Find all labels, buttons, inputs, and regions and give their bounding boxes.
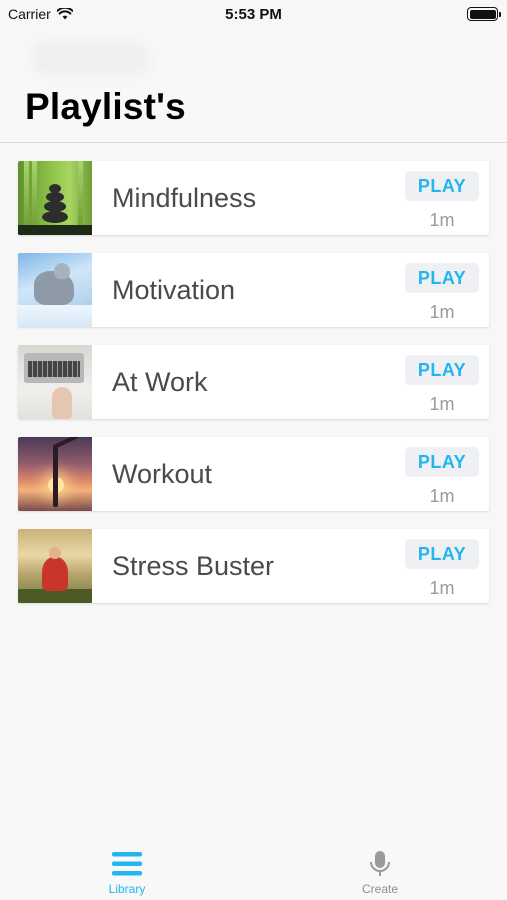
playlist-duration: 1m: [429, 486, 455, 506]
playlist-duration: 1m: [429, 210, 455, 230]
tab-library-label: Library: [108, 882, 146, 896]
stress-buster-thumbnail: [18, 529, 92, 603]
playlist-actions: PLAY 1m: [405, 263, 479, 323]
play-button[interactable]: PLAY: [405, 355, 479, 385]
workout-thumbnail: [18, 437, 92, 511]
motivation-thumbnail: [18, 253, 92, 327]
playlist-duration: 1m: [429, 394, 455, 414]
status-bar: Carrier 5:53 PM: [0, 0, 507, 28]
playlist-item-motivation[interactable]: Motivation PLAY 1m: [18, 253, 489, 327]
at-work-thumbnail: [18, 345, 92, 419]
play-button[interactable]: PLAY: [405, 539, 479, 569]
playlist-actions: PLAY 1m: [405, 171, 479, 231]
mindfulness-thumbnail: [18, 161, 92, 235]
microphone-icon: [370, 851, 390, 876]
tab-create-label: Create: [361, 882, 399, 896]
play-button[interactable]: PLAY: [405, 171, 479, 201]
app-screen: Carrier 5:53 PM Playlist's Mindfulness P…: [0, 0, 507, 900]
list-icon: [112, 852, 142, 876]
playlist-item-stress-buster[interactable]: Stress Buster PLAY 1m: [18, 529, 489, 603]
battery-level: [469, 9, 496, 19]
playlist-item-workout[interactable]: Workout PLAY 1m: [18, 437, 489, 511]
playlist-list: Mindfulness PLAY 1m Motivation PLAY 1m A…: [18, 161, 489, 621]
status-time: 5:53 PM: [225, 6, 282, 23]
tab-create[interactable]: Create: [320, 850, 440, 896]
playlist-item-mindfulness[interactable]: Mindfulness PLAY 1m: [18, 161, 489, 235]
playlist-actions: PLAY 1m: [405, 447, 479, 507]
playlist-item-at-work[interactable]: At Work PLAY 1m: [18, 345, 489, 419]
tab-bar: Library Create: [0, 842, 507, 900]
play-button[interactable]: PLAY: [405, 447, 479, 477]
playlist-actions: PLAY 1m: [405, 355, 479, 415]
tab-library[interactable]: Library: [67, 850, 187, 896]
blurred-header-backdrop: [30, 40, 150, 76]
playlist-actions: PLAY 1m: [405, 539, 479, 599]
play-button[interactable]: PLAY: [405, 263, 479, 293]
battery-icon: [467, 7, 501, 21]
navigation-header: Playlist's: [0, 28, 507, 143]
page-title: Playlist's: [25, 86, 186, 127]
playlist-duration: 1m: [429, 302, 455, 322]
battery-tip: [499, 12, 501, 17]
playlist-duration: 1m: [429, 578, 455, 598]
